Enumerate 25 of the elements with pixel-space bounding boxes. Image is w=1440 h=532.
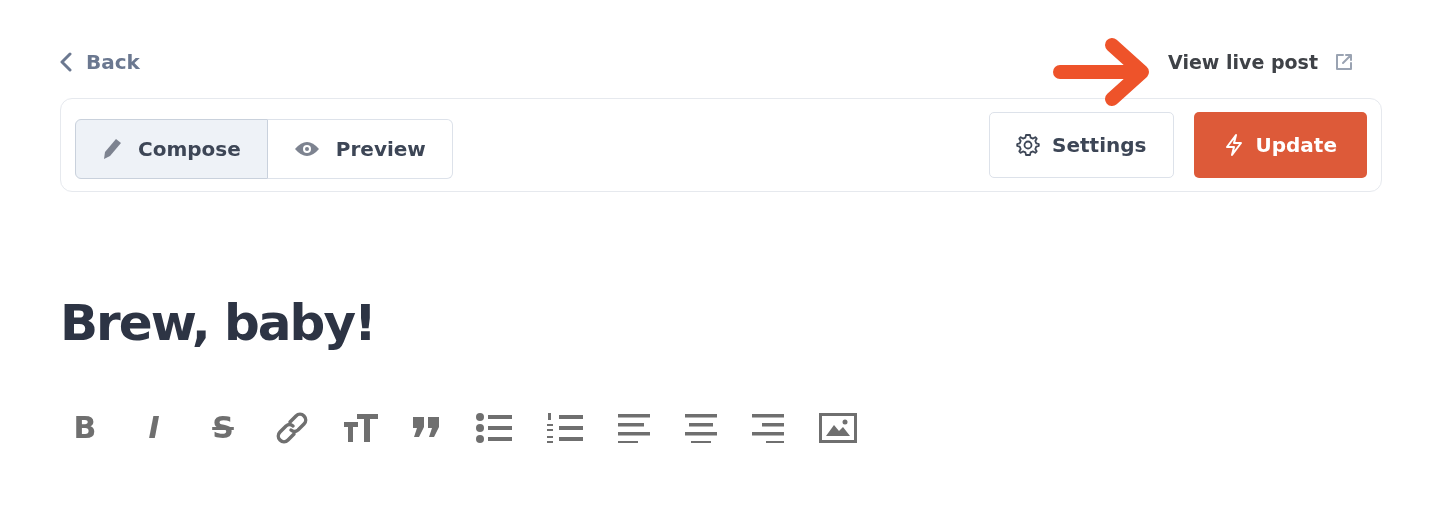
editor-tab[interactable]: Compose bbox=[75, 119, 268, 179]
view-live-post-link[interactable]: View live post bbox=[1168, 51, 1354, 73]
bold-button[interactable]: B bbox=[68, 410, 102, 445]
external-link-icon bbox=[1334, 52, 1354, 72]
image-icon[interactable] bbox=[819, 412, 857, 443]
numbered-list-icon[interactable] bbox=[547, 411, 583, 444]
align-center-icon[interactable] bbox=[685, 412, 717, 443]
pencil-icon bbox=[102, 138, 122, 160]
eye-icon bbox=[293, 141, 320, 157]
settings-icon bbox=[1016, 133, 1041, 157]
align-right-icon[interactable] bbox=[752, 412, 784, 443]
italic-button[interactable]: I bbox=[137, 410, 171, 445]
post-title: Brew, baby! bbox=[60, 293, 376, 354]
editor-tab[interactable]: Preview bbox=[267, 119, 453, 179]
quote-icon[interactable] bbox=[413, 416, 441, 439]
text-size-icon[interactable] bbox=[344, 413, 378, 442]
bullet-list-icon[interactable] bbox=[476, 412, 512, 443]
settings-button[interactable]: Settings bbox=[989, 112, 1174, 178]
back-link[interactable]: Back bbox=[60, 50, 140, 74]
strike-button[interactable]: S bbox=[206, 410, 240, 445]
align-left-icon[interactable] bbox=[618, 412, 650, 443]
lightning-icon bbox=[1223, 133, 1244, 157]
update-button[interactable]: Update bbox=[1193, 112, 1367, 178]
chevron-left-icon bbox=[60, 52, 72, 72]
link-icon[interactable] bbox=[275, 410, 309, 445]
